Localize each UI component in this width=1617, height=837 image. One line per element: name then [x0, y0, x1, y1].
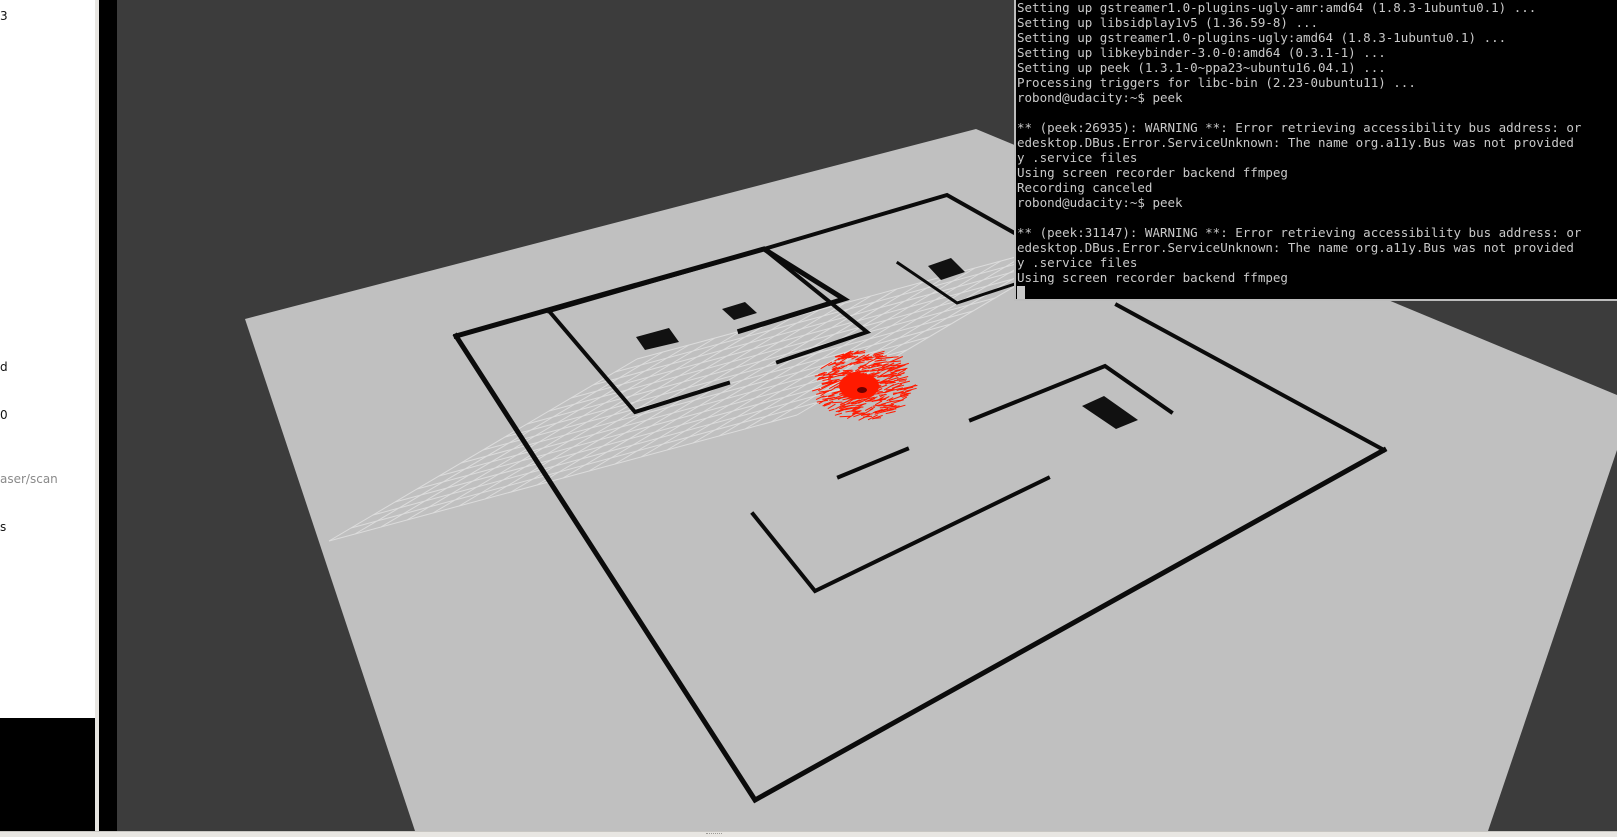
viewport-border — [99, 0, 117, 831]
terminal-line: y .service files — [1017, 255, 1138, 270]
laser-scan-topic-label[interactable]: aser/scan — [0, 472, 58, 486]
panel-text-fragment: s — [0, 520, 7, 534]
particle-arrow — [873, 363, 880, 365]
terminal-cursor — [1017, 286, 1025, 299]
terminal-line: Recording canceled — [1017, 180, 1153, 195]
resize-grip[interactable] — [706, 833, 722, 837]
particle-arrow — [832, 370, 840, 372]
terminal-line: ** (peek:31147): WARNING **: Error retri… — [1017, 225, 1582, 240]
terminal-line: robond@udacity:~$ peek — [1017, 195, 1183, 210]
terminal-line: Processing triggers for libc-bin (2.23-0… — [1017, 75, 1416, 90]
particle-arrow — [840, 365, 847, 367]
terminal-line: robond@udacity:~$ peek — [1017, 90, 1183, 105]
terminal-line: edesktop.DBus.Error.ServiceUnknown: The … — [1017, 135, 1574, 150]
terminal-line: Setting up gstreamer1.0-plugins-ugly:amd… — [1017, 30, 1507, 45]
particle-arrow — [839, 415, 851, 418]
panel-text-fragment: d — [0, 360, 8, 374]
terminal-line: Setting up libkeybinder-3.0-0:amd64 (0.3… — [1017, 45, 1386, 60]
terminal-window[interactable]: Setting up gstreamer1.0-plugins-ugly-amr… — [1014, 0, 1617, 301]
particle-arrow — [898, 380, 907, 382]
particle-arrow — [842, 369, 851, 372]
particle-arrow — [885, 356, 893, 359]
particle-arrow — [879, 406, 887, 409]
panel-text-fragment: 3 — [0, 9, 8, 23]
panel-bottom-area — [0, 718, 95, 831]
terminal-line: y .service files — [1017, 150, 1138, 165]
particle-arrow — [892, 392, 905, 394]
terminal-line: ** (peek:26935): WARNING **: Error retri… — [1017, 120, 1582, 135]
terminal-line: edesktop.DBus.Error.ServiceUnknown: The … — [1017, 240, 1574, 255]
particle-arrow — [866, 400, 878, 402]
terminal-line: Using screen recorder backend ffmpeg — [1017, 165, 1288, 180]
status-bar — [0, 831, 1617, 837]
particle-arrow — [831, 401, 843, 404]
terminal-line: Setting up peek (1.3.1-0~ppa23~ubuntu16.… — [1017, 60, 1386, 75]
robot-marker — [857, 387, 867, 393]
terminal-line: Setting up libsidplay1v5 (1.36.59-8) ... — [1017, 15, 1319, 30]
particle-core — [839, 373, 879, 399]
terminal-line: Setting up gstreamer1.0-plugins-ugly-amr… — [1017, 0, 1537, 15]
terminal-line: Using screen recorder backend ffmpeg — [1017, 270, 1288, 285]
terminal-prompt-line — [1016, 285, 1617, 299]
panel-text-fragment: 0 — [0, 408, 8, 422]
displays-panel: 3 d 0 aser/scan s — [0, 0, 96, 718]
